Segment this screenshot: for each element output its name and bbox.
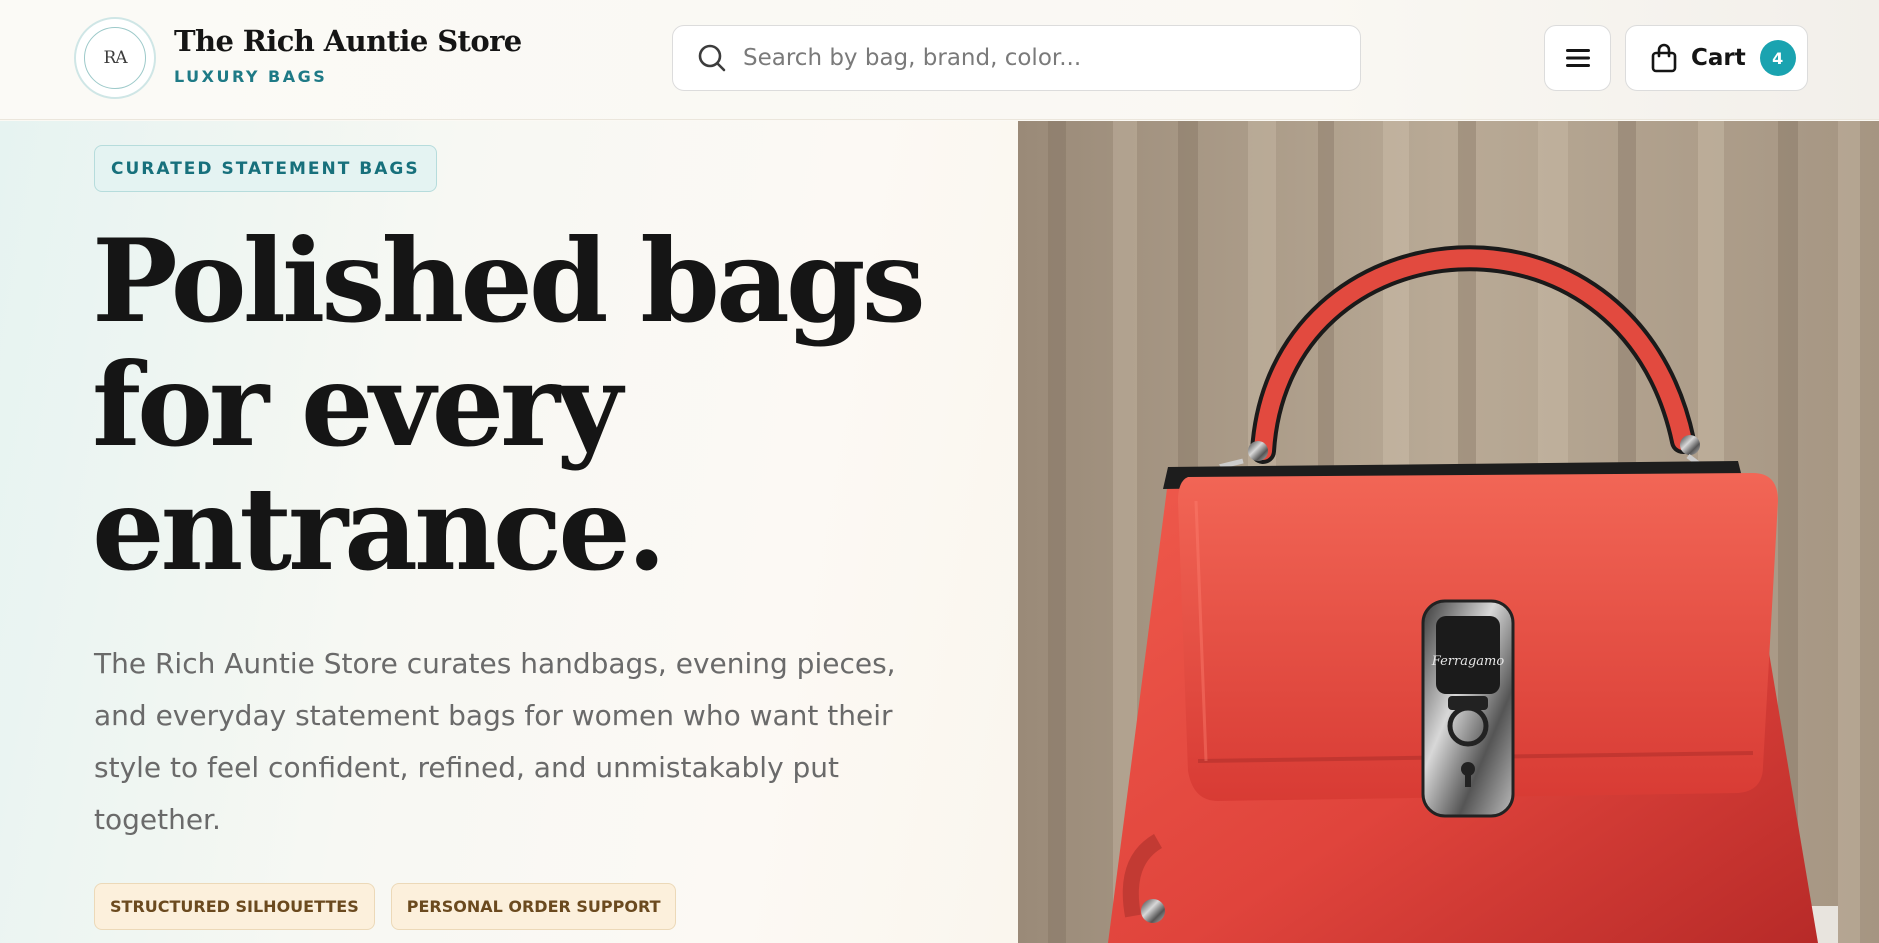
hero-description: The Rich Auntie Store curates handbags, … xyxy=(94,647,896,836)
feature-chip-silhouettes: STRUCTURED SILHOUETTES xyxy=(94,883,375,930)
cart-button[interactable]: Cart 4 xyxy=(1625,25,1808,91)
search-icon xyxy=(698,44,726,72)
feature-chip-order-support: PERSONAL ORDER SUPPORT xyxy=(390,883,677,930)
store-logo[interactable]: RA xyxy=(74,17,156,99)
logo-monogram: RA xyxy=(84,27,146,89)
search-input[interactable] xyxy=(743,26,1360,90)
menu-button[interactable] xyxy=(1544,25,1611,91)
headline-line-2: for every xyxy=(92,338,622,472)
site-header: RA The Rich Auntie Store LUXURY BAGS Car… xyxy=(0,0,1879,120)
hero-product-image: Ferragamo xyxy=(1018,121,1879,943)
red-handbag-image: Ferragamo xyxy=(1018,121,1879,943)
cart-count-badge: 4 xyxy=(1759,40,1796,76)
brand-name[interactable]: The Rich Auntie Store xyxy=(174,24,522,58)
hero-eyebrow-badge: CURATED STATEMENT BAGS xyxy=(94,145,437,192)
headline-line-3: entrance. xyxy=(92,462,667,596)
shopping-bag-icon xyxy=(1651,43,1677,73)
headline-line-1: Polished bags xyxy=(92,214,926,348)
hero-section: CURATED STATEMENT BAGS Polished bags for… xyxy=(0,121,1018,943)
hero-headline: Polished bags for every entrance. xyxy=(92,219,1012,591)
search-bar[interactable] xyxy=(672,25,1361,91)
brand-tagline: LUXURY BAGS xyxy=(174,67,328,86)
cart-label: Cart xyxy=(1691,45,1746,71)
feature-chips: STRUCTURED SILHOUETTES PERSONAL ORDER SU… xyxy=(94,883,677,930)
hero-image-label: Ferragamo xyxy=(1431,654,1505,669)
hamburger-icon xyxy=(1565,49,1590,67)
